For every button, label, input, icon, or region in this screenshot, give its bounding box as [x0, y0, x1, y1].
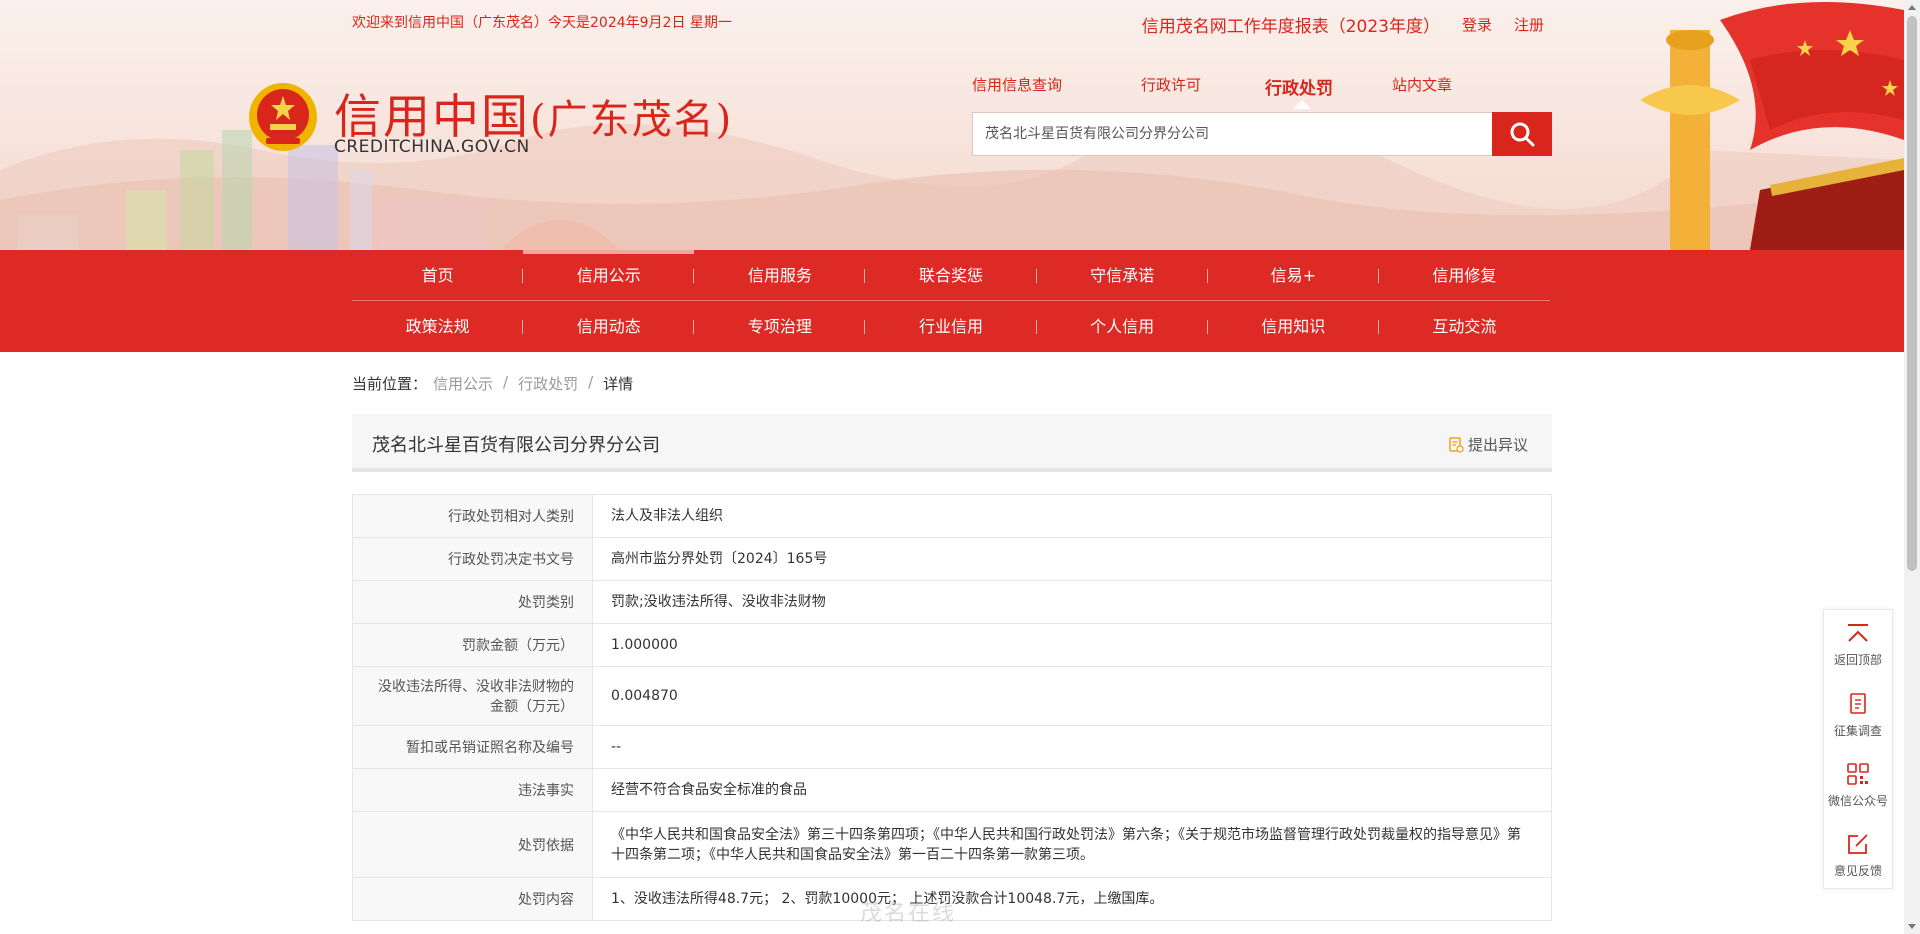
table-row: 处罚依据 《中华人民共和国食品安全法》第三十四条第四项；《中华人民共和国行政处罚… — [352, 811, 1552, 878]
scroll-up-arrow[interactable] — [1908, 5, 1916, 10]
search-tab-site-articles[interactable]: 站内文章 — [1392, 74, 1492, 99]
page-title: 茂名北斗星百货有限公司分界分公司 — [372, 435, 660, 456]
site-watermark: 茂名在线 — [860, 901, 957, 926]
breadcrumb: 当前位置： 信用公示 / 行政处罚 / 详情 — [352, 373, 633, 394]
nav-item-home[interactable]: 首页 — [352, 250, 524, 300]
search-icon — [1510, 122, 1535, 147]
main-navigation: 首页 信用公示 信用服务 联合奖惩 守信承诺 信易+ 信用修复 政策法规 信用动… — [0, 250, 1904, 352]
nav-item-credit-knowledge[interactable]: 信用知识 — [1208, 301, 1379, 352]
row-key: 暂扣或吊销证照名称及编号 — [352, 725, 593, 769]
row-value: 1.000000 — [592, 623, 1552, 667]
qr-code-icon — [1847, 762, 1869, 785]
back-to-top-button[interactable]: 返回顶部 — [1824, 610, 1892, 680]
nav-item-credit-publicity[interactable]: 信用公示 — [523, 250, 695, 300]
row-value: 1、没收违法所得48.7元； 2、罚款10000元； 上述罚没款合计10048.… — [592, 877, 1552, 921]
row-value: 0.004870 — [592, 666, 1552, 726]
login-link[interactable]: 登录 — [1462, 14, 1492, 35]
nav-item-integrity-commitment[interactable]: 守信承诺 — [1037, 250, 1208, 300]
row-key: 没收违法所得、没收非法财物的金额（万元） — [352, 666, 593, 726]
register-link[interactable]: 注册 — [1514, 14, 1544, 35]
nav-item-special-governance[interactable]: 专项治理 — [694, 301, 866, 352]
header-banner: 欢迎来到信用中国（广东茂名）今天是2024年9月2日 星期一 信用茂名网工作年度… — [0, 0, 1904, 250]
feedback-label: 意见反馈 — [1833, 863, 1882, 878]
nav-item-credit-easy[interactable]: 信易+ — [1208, 250, 1379, 300]
logo-region-text: (广东茂名) — [530, 97, 734, 143]
detail-title-bar: 茂名北斗星百货有限公司分界分公司 提出异议 — [352, 414, 1552, 472]
nav-item-interaction[interactable]: 互动交流 — [1379, 301, 1550, 352]
back-to-top-icon — [1848, 623, 1868, 642]
scroll-thumb[interactable] — [1907, 16, 1917, 571]
top-links: 信用茂名网工作年度报表（2023年度） 登录 注册 — [1142, 12, 1544, 37]
survey-icon — [1850, 692, 1866, 714]
back-to-top-label: 返回顶部 — [1833, 652, 1882, 667]
nav-item-credit-service[interactable]: 信用服务 — [694, 250, 866, 300]
survey-label: 征集调查 — [1833, 723, 1882, 738]
search-tab-admin-penalty[interactable]: 行政处罚 — [1265, 74, 1392, 109]
flag-and-pillar-decoration — [1640, 2, 1904, 250]
feedback-edit-icon — [1848, 833, 1868, 854]
nav-item-industry-credit[interactable]: 行业信用 — [865, 301, 1037, 352]
table-row: 行政处罚决定书文号 高州市监分界处罚〔2024〕165号 — [352, 537, 1552, 581]
table-row: 违法事实 经营不符合食品安全标准的食品 — [352, 768, 1552, 812]
row-key: 罚款金额（万元） — [352, 623, 593, 667]
wechat-button[interactable]: 微信公众号 — [1824, 750, 1892, 820]
row-value: 法人及非法人组织 — [592, 494, 1552, 538]
objection-button[interactable]: 提出异议 — [1448, 434, 1528, 455]
row-key: 行政处罚相对人类别 — [352, 494, 593, 538]
row-key: 违法事实 — [352, 768, 593, 812]
objection-icon — [1449, 436, 1464, 453]
row-key: 处罚类别 — [352, 580, 593, 624]
row-key: 处罚内容 — [352, 877, 593, 921]
nav-item-credit-repair[interactable]: 信用修复 — [1379, 250, 1550, 300]
table-row: 暂扣或吊销证照名称及编号 -- — [352, 725, 1552, 769]
breadcrumb-admin-penalty[interactable]: 行政处罚 — [518, 373, 578, 394]
table-row: 没收违法所得、没收非法财物的金额（万元） 0.004870 — [352, 666, 1552, 726]
nav-item-joint-rewards[interactable]: 联合奖惩 — [865, 250, 1037, 300]
nav-item-policies[interactable]: 政策法规 — [352, 301, 524, 352]
survey-button[interactable]: 征集调查 — [1824, 680, 1892, 750]
penalty-detail-table: 行政处罚相对人类别 法人及非法人组织 行政处罚决定书文号 高州市监分界处罚〔20… — [352, 494, 1552, 921]
breadcrumb-separator: / — [588, 373, 594, 391]
row-value: 《中华人民共和国食品安全法》第三十四条第四项；《中华人民共和国行政处罚法》第六条… — [592, 811, 1552, 878]
row-value: 经营不符合食品安全标准的食品 — [592, 768, 1552, 812]
floating-toolbar: 返回顶部 征集调查 微信公众号 意见反馈 — [1823, 609, 1893, 889]
annual-report-link[interactable]: 信用茂名网工作年度报表（2023年度） — [1142, 12, 1440, 37]
breadcrumb-credit-publicity[interactable]: 信用公示 — [433, 373, 493, 394]
row-key: 行政处罚决定书文号 — [352, 537, 593, 581]
welcome-text: 欢迎来到信用中国（广东茂名）今天是2024年9月2日 星期一 — [352, 15, 732, 31]
table-row: 处罚类别 罚款;没收违法所得、没收非法财物 — [352, 580, 1552, 624]
row-value: -- — [592, 725, 1552, 769]
nav-row-2: 政策法规 信用动态 专项治理 行业信用 个人信用 信用知识 互动交流 — [352, 301, 1550, 352]
logo-domain-text: CREDITCHINA.GOV.CN — [334, 137, 530, 157]
scroll-down-arrow[interactable] — [1908, 924, 1916, 929]
wechat-label: 微信公众号 — [1827, 793, 1888, 808]
row-value: 高州市监分界处罚〔2024〕165号 — [592, 537, 1552, 581]
search-tabs: 信用信息查询 行政许可 行政处罚 站内文章 — [972, 74, 1492, 109]
feedback-button[interactable]: 意见反馈 — [1824, 820, 1892, 890]
search-button[interactable] — [1492, 112, 1552, 156]
table-row: 行政处罚相对人类别 法人及非法人组织 — [352, 494, 1552, 538]
nav-item-personal-credit[interactable]: 个人信用 — [1037, 301, 1208, 352]
vertical-scrollbar[interactable] — [1904, 0, 1920, 934]
search-input[interactable]: 茂名北斗星百货有限公司分界分公司 — [972, 112, 1492, 156]
table-row: 罚款金额（万元） 1.000000 — [352, 623, 1552, 667]
national-emblem-icon — [249, 83, 317, 151]
breadcrumb-current: 详情 — [603, 375, 634, 393]
row-key: 处罚依据 — [352, 811, 593, 878]
breadcrumb-separator: / — [503, 373, 509, 391]
nav-item-credit-news[interactable]: 信用动态 — [523, 301, 695, 352]
row-value: 罚款;没收违法所得、没收非法财物 — [592, 580, 1552, 624]
objection-label: 提出异议 — [1467, 436, 1528, 454]
search-tab-admin-license[interactable]: 行政许可 — [1141, 74, 1265, 99]
nav-row-1: 首页 信用公示 信用服务 联合奖惩 守信承诺 信易+ 信用修复 — [352, 250, 1550, 301]
search-tab-credit-info[interactable]: 信用信息查询 — [972, 74, 1141, 99]
breadcrumb-prefix: 当前位置： — [352, 375, 428, 393]
